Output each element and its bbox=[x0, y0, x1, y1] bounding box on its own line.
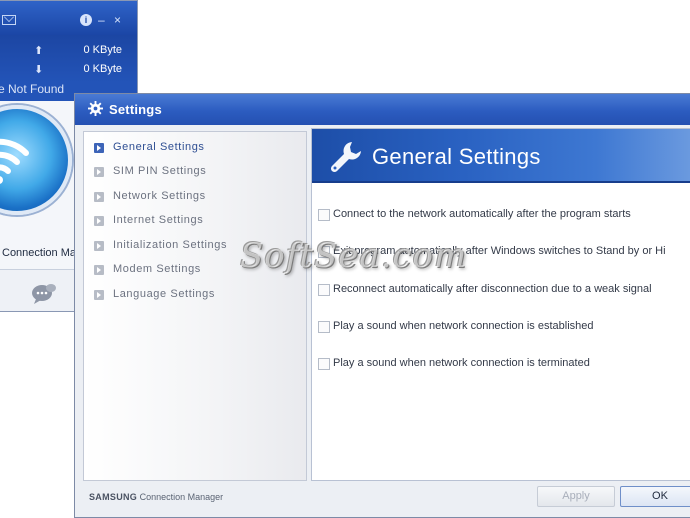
option-label: Play a sound when network connection is … bbox=[333, 357, 590, 369]
checkbox[interactable] bbox=[318, 358, 330, 370]
nav-bullet-icon bbox=[94, 216, 104, 226]
minimize-icon[interactable]: – bbox=[98, 13, 105, 27]
footer-brand: SAMSUNG Connection Manager bbox=[89, 492, 223, 502]
option-sound-terminated[interactable]: Play a sound when network connection is … bbox=[318, 356, 690, 372]
option-label: Reconnect automatically after disconnect… bbox=[333, 283, 652, 295]
nav-item-initialization-settings[interactable]: Initialization Settings bbox=[92, 238, 302, 256]
gear-icon bbox=[88, 101, 103, 116]
download-value: 0 KByte bbox=[83, 63, 122, 75]
app-label: Connection Ma bbox=[2, 247, 76, 259]
mini-title-bar: i – × bbox=[0, 1, 137, 35]
nav-item-network-settings[interactable]: Network Settings bbox=[92, 189, 302, 207]
nav-item-label: Language Settings bbox=[113, 288, 215, 300]
nav-item-label: Network Settings bbox=[113, 190, 206, 202]
nav-item-sim-pin-settings[interactable]: SIM PIN Settings bbox=[92, 164, 302, 182]
settings-title-bar[interactable]: Settings bbox=[75, 94, 690, 125]
checkbox[interactable] bbox=[318, 284, 330, 296]
upload-row: ⬆ 0 KByte bbox=[30, 42, 122, 58]
nav-item-language-settings[interactable]: Language Settings bbox=[92, 287, 302, 305]
settings-nav: General Settings SIM PIN Settings Networ… bbox=[83, 131, 307, 481]
nav-item-label: SIM PIN Settings bbox=[113, 165, 207, 177]
nav-bullet-icon bbox=[94, 143, 104, 153]
nav-item-modem-settings[interactable]: Modem Settings bbox=[92, 262, 302, 280]
close-icon[interactable]: × bbox=[114, 13, 121, 27]
settings-window: Settings General Settings SIM PIN Settin… bbox=[74, 93, 690, 518]
option-label: Exit program automatically after Windows… bbox=[333, 245, 666, 257]
nav-bullet-icon bbox=[94, 265, 104, 275]
info-icon[interactable]: i bbox=[80, 14, 92, 26]
upload-arrow-icon: ⬆ bbox=[34, 45, 44, 57]
nav-item-internet-settings[interactable]: Internet Settings bbox=[92, 213, 302, 231]
brand-name: SAMSUNG bbox=[89, 492, 138, 502]
traffic-stats: ⬆ 0 KByte ⬇ 0 KByte bbox=[0, 35, 137, 83]
option-label: Play a sound when network connection is … bbox=[333, 320, 594, 332]
option-auto-exit[interactable]: Exit program automatically after Windows… bbox=[318, 244, 690, 260]
connect-button[interactable] bbox=[0, 105, 72, 215]
status-text: e Not Found bbox=[0, 82, 65, 96]
nav-bullet-icon bbox=[94, 192, 104, 202]
option-auto-connect[interactable]: Connect to the network automatically aft… bbox=[318, 207, 690, 223]
apply-button[interactable]: Apply bbox=[537, 486, 615, 507]
option-auto-reconnect[interactable]: Reconnect automatically after disconnect… bbox=[318, 282, 690, 298]
checkbox[interactable] bbox=[318, 246, 330, 258]
download-arrow-icon: ⬇ bbox=[34, 64, 44, 76]
nav-bullet-icon bbox=[94, 167, 104, 177]
ok-button[interactable]: OK bbox=[620, 486, 690, 507]
nav-item-general-settings[interactable]: General Settings bbox=[92, 140, 302, 158]
chat-icon[interactable] bbox=[30, 282, 58, 304]
download-row: ⬇ 0 KByte bbox=[30, 61, 122, 77]
nav-item-label: Initialization Settings bbox=[113, 239, 228, 251]
nav-bullet-icon bbox=[94, 241, 104, 251]
checkbox[interactable] bbox=[318, 209, 330, 221]
nav-item-label: Internet Settings bbox=[113, 214, 204, 226]
panel-title: General Settings bbox=[372, 144, 541, 169]
envelope-icon[interactable] bbox=[2, 15, 16, 25]
upload-value: 0 KByte bbox=[83, 44, 122, 56]
nav-bullet-icon bbox=[94, 290, 104, 300]
nav-item-label: General Settings bbox=[113, 141, 205, 153]
nav-item-label: Modem Settings bbox=[113, 263, 201, 275]
panel-header: General Settings bbox=[312, 129, 690, 183]
option-sound-established[interactable]: Play a sound when network connection is … bbox=[318, 319, 690, 335]
settings-title: Settings bbox=[109, 102, 162, 117]
option-label: Connect to the network automatically aft… bbox=[333, 208, 631, 220]
product-name: Connection Manager bbox=[139, 492, 224, 502]
checkbox[interactable] bbox=[318, 321, 330, 333]
settings-panel: General Settings Connect to the network … bbox=[311, 128, 690, 481]
wifi-icon bbox=[0, 138, 29, 184]
wrench-icon bbox=[330, 142, 361, 173]
